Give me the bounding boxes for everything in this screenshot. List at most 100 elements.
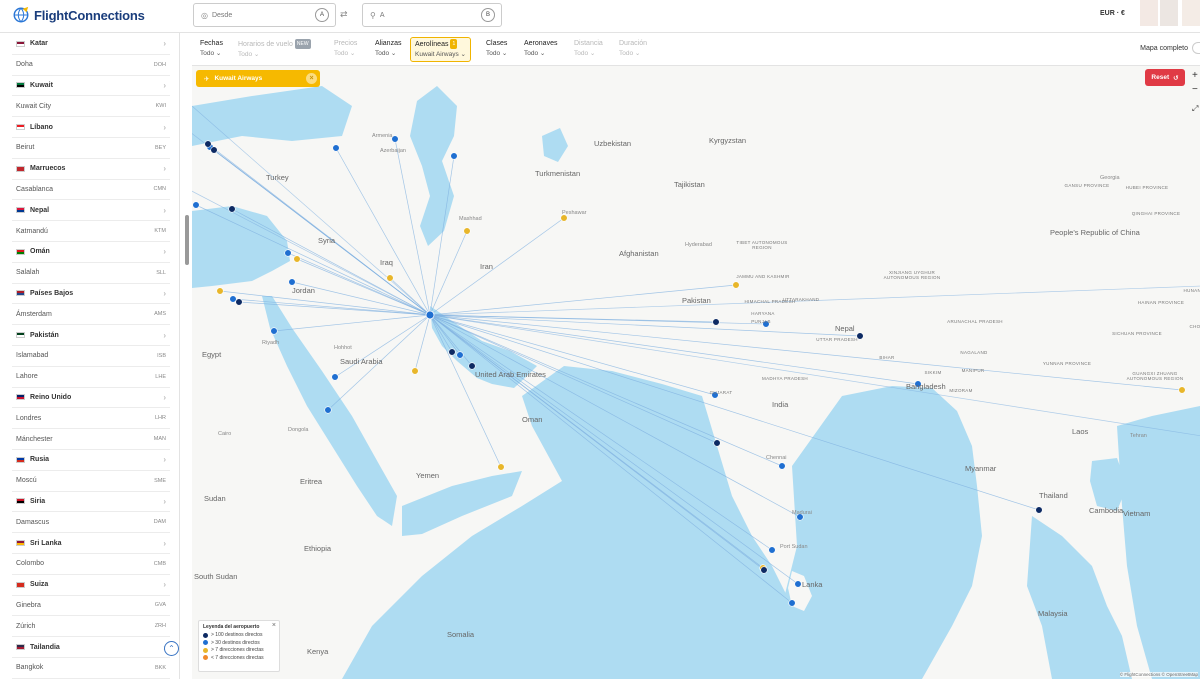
sidebar-city-row[interactable]: Ámsterdam AMS <box>12 304 170 326</box>
sidebar-country-row[interactable]: Reino Unido › <box>12 388 170 409</box>
airport-dot <box>768 546 776 554</box>
account-avatar[interactable] <box>1140 0 1158 26</box>
swap-icon[interactable]: ⇄ <box>340 9 348 20</box>
map-label: Afghanistan <box>619 249 659 258</box>
flag-icon <box>16 207 25 214</box>
scroll-up-icon[interactable]: ⌃ <box>164 641 179 656</box>
legend-item: < 7 direcciones directas <box>203 655 275 661</box>
reset-label: Reset <box>1151 74 1170 81</box>
sidebar-country-row[interactable]: Omán › <box>12 242 170 263</box>
sidebar-city-row[interactable]: Kuwait City KWI <box>12 96 170 118</box>
filter-5[interactable]: Clases Todo ⌄ <box>486 39 507 59</box>
sidebar-country-row[interactable]: Siria › <box>12 492 170 513</box>
flag-icon <box>16 290 25 297</box>
expand-icon[interactable]: ⤢ <box>1192 104 1198 114</box>
chevron-right-icon: › <box>163 580 166 590</box>
map-label: HAINAN PROVINCE <box>1137 300 1185 305</box>
filter-3[interactable]: Alianzas Todo ⌄ <box>375 39 401 59</box>
map-label: Egypt <box>202 350 222 359</box>
map-label: Cambodia <box>1089 506 1124 515</box>
zoom-in-icon[interactable]: + <box>1192 70 1198 81</box>
airport-dot <box>778 462 786 470</box>
route-map[interactable]: Turkey Syria Iraq Jordan Egypt Saudi Arabia Ir… <box>192 66 1200 679</box>
sidebar-scrollbar[interactable] <box>185 215 189 265</box>
sidebar-city-row[interactable]: Mánchester MAN <box>12 429 170 450</box>
map-label: Port Sudan <box>780 544 808 550</box>
sidebar-country-row[interactable]: Países Bajos › <box>12 284 170 305</box>
map-label: Georgia <box>1100 175 1120 181</box>
country-name: Líbano <box>30 123 53 131</box>
city-name: Zúrich <box>16 622 36 630</box>
sidebar-country-row[interactable]: Tailandia› <box>12 637 170 658</box>
chevron-right-icon: › <box>163 392 166 402</box>
close-icon[interactable]: × <box>306 73 317 84</box>
map-label: India <box>772 400 789 409</box>
menu-block[interactable] <box>1160 0 1178 26</box>
logo[interactable]: FlightConnections <box>12 6 145 24</box>
city-name: Damascus <box>16 518 50 526</box>
sidebar-city-row[interactable]: Islamabad ISB <box>12 346 170 367</box>
sidebar-city-row[interactable]: Ginebra GVA <box>12 596 170 617</box>
map-label: CHONGQING <box>1189 324 1200 329</box>
airport-dot <box>216 287 224 295</box>
city-name: Bangkok <box>16 664 44 672</box>
map-label: Pakistan <box>682 296 711 305</box>
map-label: PUNJAB <box>751 319 771 324</box>
sidebar-country-row[interactable]: Rusia › <box>12 450 170 471</box>
sidebar-country-row[interactable]: Katar › <box>12 34 170 55</box>
menu-block[interactable] <box>1182 0 1200 26</box>
flag-icon <box>16 644 25 651</box>
sidebar-city-row[interactable]: Damascus DAM <box>12 512 170 534</box>
sidebar-city-row[interactable]: Colombo CMB <box>12 554 170 575</box>
filter-label-text: Precios <box>334 40 358 47</box>
filter-label-text: Clases <box>486 40 508 47</box>
airline-filter-chip[interactable]: ✈ Kuwait Airways × <box>196 70 320 87</box>
currency-selector[interactable]: EUR · € <box>1100 10 1125 17</box>
map-label: United Arab Emirates <box>475 370 546 379</box>
airport-dot <box>463 227 471 235</box>
map-label: TIBET AUTONOMOUS REGION <box>736 240 788 250</box>
sidebar-country-row[interactable]: Suiza › <box>12 575 170 596</box>
flag-icon <box>16 165 25 172</box>
map-label: GUJARAT <box>709 390 733 395</box>
city-name: Colombo <box>16 560 45 568</box>
sidebar-city-row[interactable]: Katmandú KTM <box>12 221 170 242</box>
reset-button[interactable]: Reset ↺ <box>1145 69 1185 86</box>
filter-label: Duración <box>619 39 647 49</box>
sidebar-city-row[interactable]: Bangkok BKK <box>12 658 170 679</box>
airport-code: DAM <box>153 519 166 526</box>
filter-4[interactable]: Aerolíneas 1 Kuwait Airways ⌄ <box>410 37 471 62</box>
filter-badge: NEW <box>294 39 311 49</box>
filter-6[interactable]: Aeronaves Todo ⌄ <box>524 39 557 59</box>
sidebar-city-row[interactable]: Salalah SLL <box>12 263 170 284</box>
sidebar-country-row[interactable]: Sri Lanka › <box>12 533 170 554</box>
country-name: Siria <box>30 497 46 505</box>
airport-code: BEY <box>154 144 166 151</box>
sidebar-city-row[interactable]: Moscú SME <box>12 471 170 492</box>
to-field[interactable]: ⚲ A B <box>362 3 502 27</box>
legend-label: > 30 destinos directos <box>211 639 260 646</box>
filter-label-text: Aerolíneas <box>415 41 449 48</box>
sidebar-country-row[interactable]: Nepal › <box>12 200 170 222</box>
map-label: UTTAR PRADESH <box>816 337 858 342</box>
zoom-out-icon[interactable]: − <box>1192 84 1198 95</box>
sidebar-country-row[interactable]: Líbano › <box>12 117 170 138</box>
sidebar-city-row[interactable]: Lahore LHE <box>12 367 170 388</box>
airport-dot <box>712 318 720 326</box>
sidebar-country-row[interactable]: Kuwait › <box>12 76 170 97</box>
map-canvas[interactable] <box>192 66 1200 679</box>
from-field[interactable]: ◎ Desde A <box>193 3 336 27</box>
close-icon[interactable]: × <box>272 622 276 629</box>
map-label: Armenia <box>372 133 393 139</box>
sidebar-country-row[interactable]: Pakistán › <box>12 325 170 346</box>
sidebar-city-row[interactable]: Beirut BEY <box>12 138 170 159</box>
sidebar-city-row[interactable]: Doha DOH <box>12 55 170 76</box>
sidebar-city-row[interactable]: Zúrich ZRH <box>12 616 170 638</box>
sidebar-country-row[interactable]: Marruecos › <box>12 159 170 180</box>
airport-dot <box>450 152 458 160</box>
airport-dot <box>324 406 332 414</box>
sidebar-city-row[interactable]: Casablanca CMN <box>12 180 170 201</box>
full-map-toggle[interactable] <box>1192 42 1200 54</box>
filter-0[interactable]: Fechas Todo ⌄ <box>200 39 223 59</box>
sidebar-city-row[interactable]: Londres LHR <box>12 408 170 430</box>
